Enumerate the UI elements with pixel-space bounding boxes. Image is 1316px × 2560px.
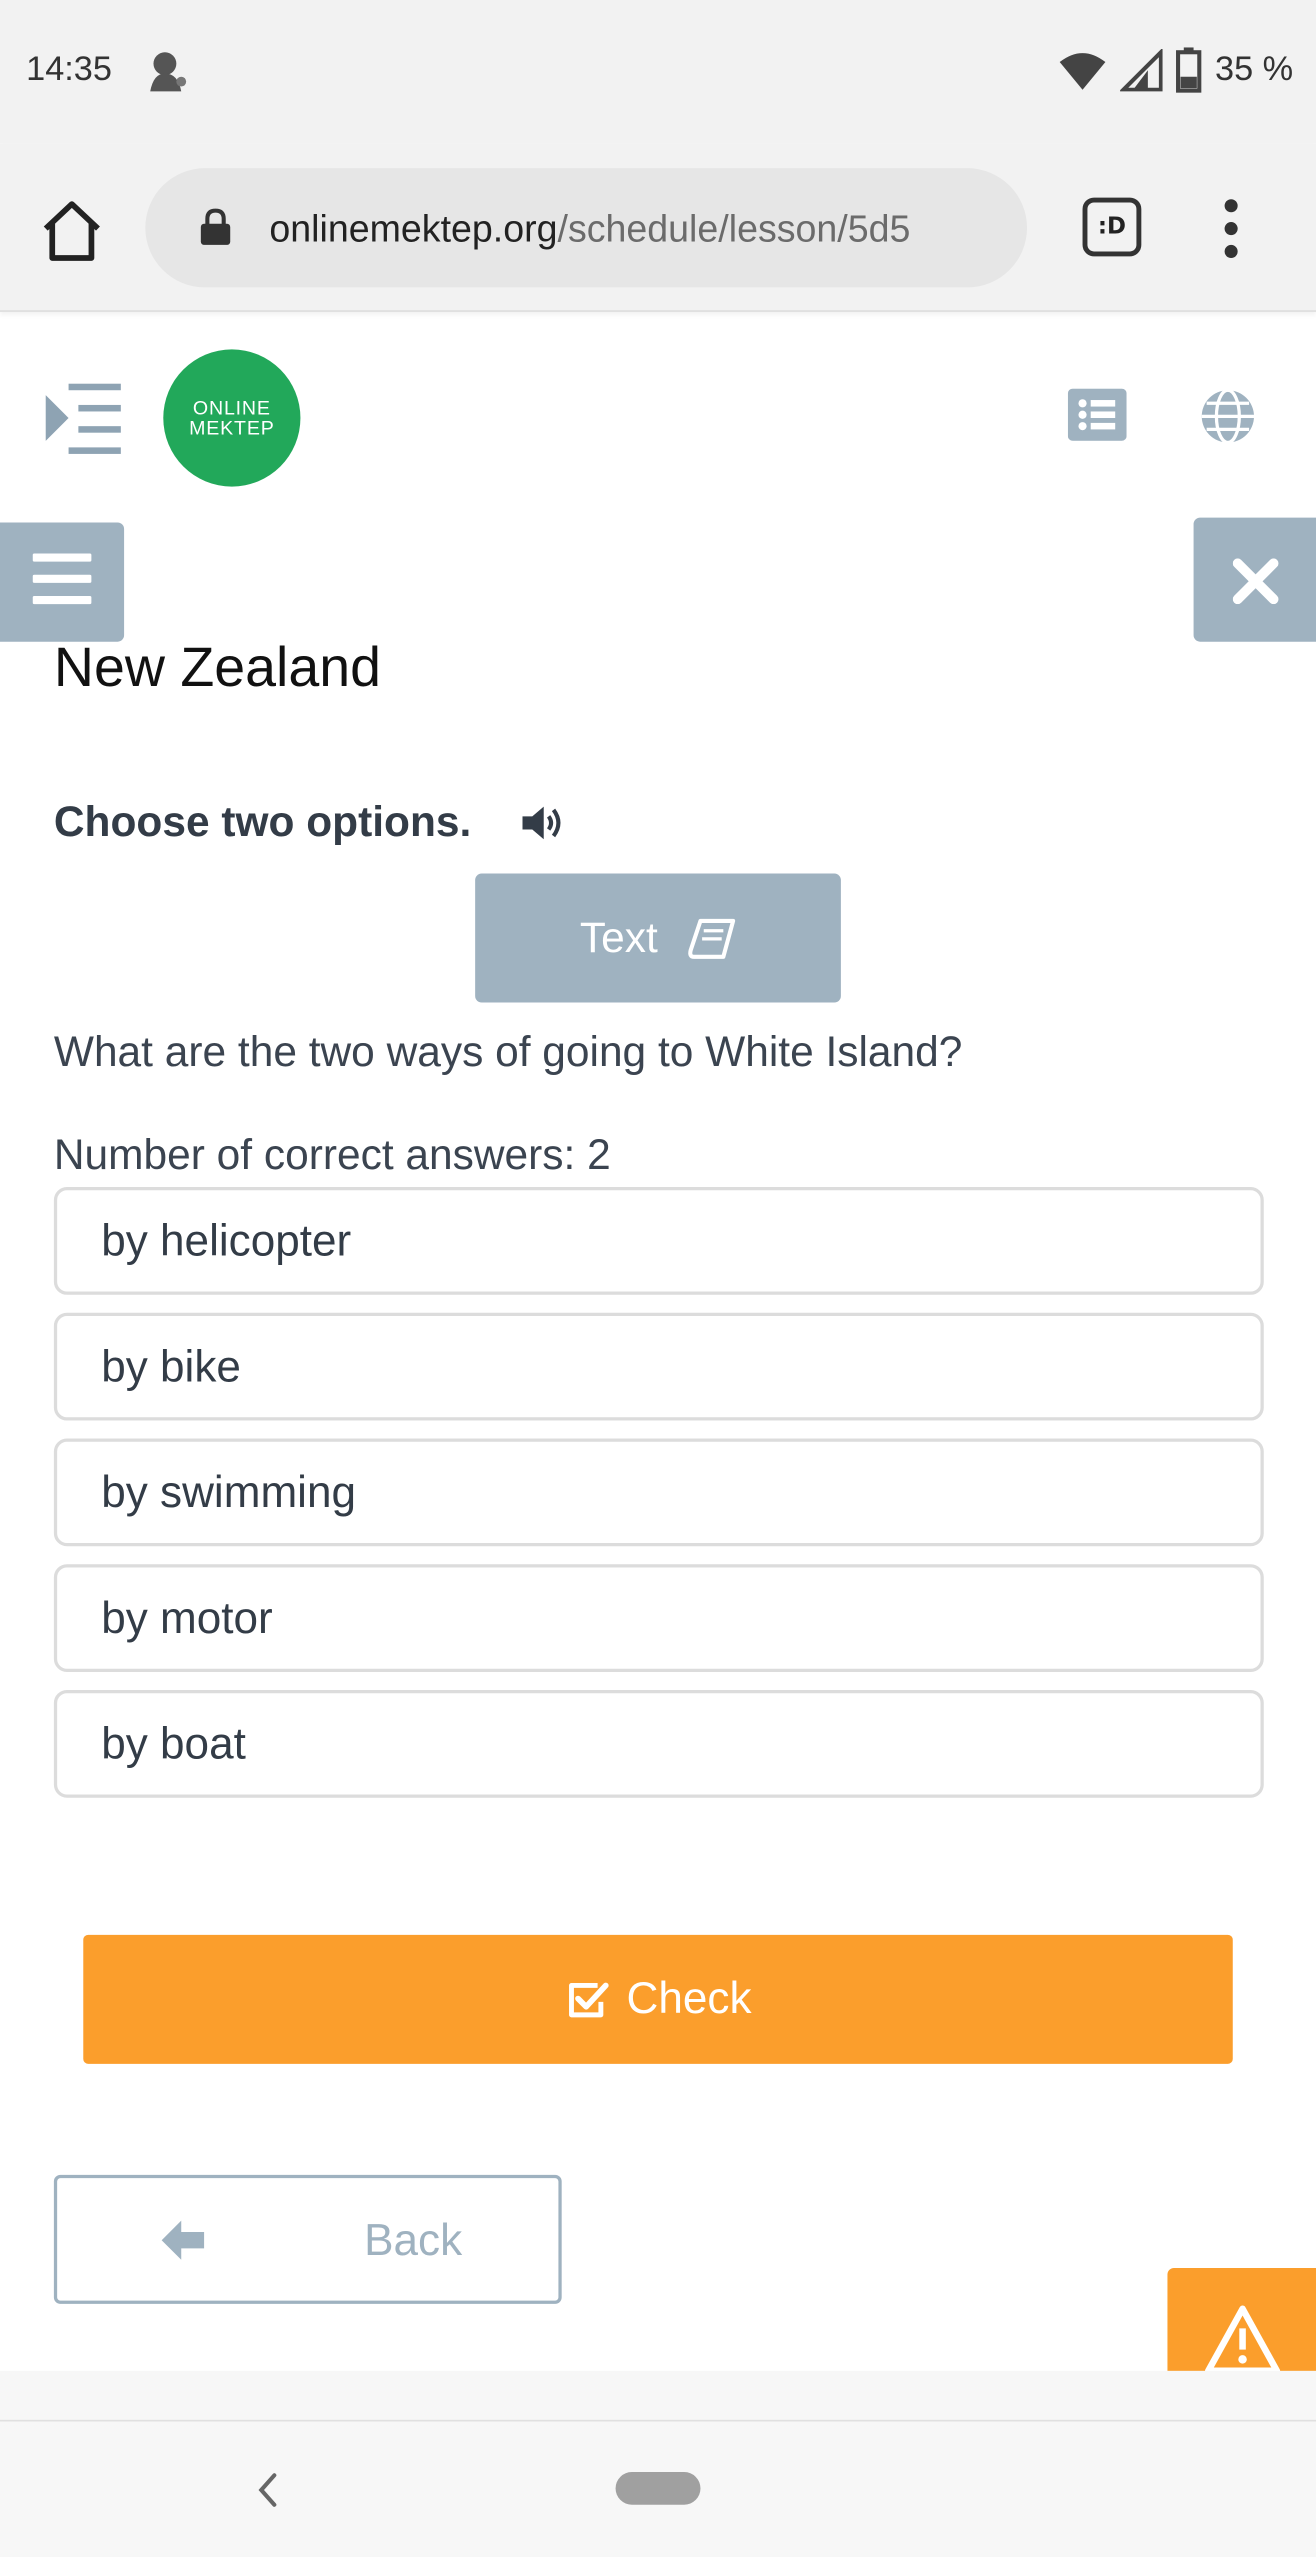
question-text: What are the two ways of going to White …: [53, 1027, 963, 1077]
option-by-helicopter[interactable]: by helicopter: [53, 1187, 1264, 1295]
speaker-icon[interactable]: [519, 802, 565, 844]
answer-count-text: Number of correct answers: 2: [53, 1129, 611, 1179]
address-bar[interactable]: onlinemektep.org/schedule/lesson/5d5: [145, 168, 1028, 288]
battery-percent: 35 %: [1215, 50, 1294, 89]
status-time: 14:35: [26, 50, 112, 89]
tab-switcher-label: :D: [1097, 213, 1126, 241]
instruction-text: Choose two options.: [53, 796, 472, 846]
url-path: /schedule/lesson/5d5: [557, 207, 911, 250]
more-vert-icon[interactable]: [1215, 196, 1248, 261]
app-screen: 14:35 35 % onlinemektep.org/schedule/les…: [0, 0, 1316, 2557]
wifi-icon: [1059, 53, 1106, 90]
nav-back-icon[interactable]: [245, 2466, 294, 2515]
hamburger-icon: [32, 553, 92, 605]
book-icon: [687, 918, 735, 959]
warning-icon: [1205, 2305, 1281, 2375]
menu-tab-button[interactable]: [0, 522, 125, 642]
text-button-label: Text: [579, 912, 658, 962]
tab-switcher-icon[interactable]: :D: [1082, 197, 1142, 257]
check-button-label: Check: [626, 1974, 752, 2024]
text-button[interactable]: Text: [475, 873, 841, 1003]
notification-avatar-icon: [150, 52, 187, 92]
logo-line1: ONLINE: [192, 396, 271, 420]
back-button-label: Back: [364, 2215, 463, 2265]
home-icon[interactable]: [36, 196, 108, 268]
nav-home-pill[interactable]: [615, 2472, 701, 2505]
checkbox-check-icon: [568, 1981, 609, 2017]
status-icons: 35 %: [1058, 46, 1293, 95]
online-mektep-logo[interactable]: ONLINE MEKTEP: [163, 349, 301, 487]
answer-options: by helicopter by bike by swimming by mot…: [53, 1187, 1264, 1816]
arrow-left-icon: [161, 2220, 205, 2260]
option-by-boat[interactable]: by boat: [53, 1689, 1264, 1798]
url-host: onlinemektep.org: [269, 207, 558, 250]
page-footer-strip: [0, 2370, 1316, 2420]
option-by-swimming[interactable]: by swimming: [53, 1438, 1264, 1547]
logo-line2: MEKTEP: [189, 416, 275, 440]
url-text: onlinemektep.org/schedule/lesson/5d5: [269, 207, 910, 251]
lock-icon: [200, 208, 231, 245]
signal-icon: [1120, 48, 1163, 92]
battery-icon: [1176, 47, 1202, 93]
option-by-motor[interactable]: by motor: [53, 1564, 1264, 1672]
globe-icon[interactable]: [1197, 385, 1259, 447]
sidebar-toggle-icon[interactable]: [42, 380, 124, 455]
back-button[interactable]: Back: [53, 2174, 562, 2304]
option-by-bike[interactable]: by bike: [53, 1312, 1264, 1421]
close-tab-button[interactable]: [1193, 517, 1316, 642]
list-icon[interactable]: [1067, 388, 1127, 441]
check-button[interactable]: Check: [83, 1934, 1233, 2064]
close-icon: [1232, 558, 1279, 605]
lesson-title: New Zealand: [53, 636, 382, 699]
